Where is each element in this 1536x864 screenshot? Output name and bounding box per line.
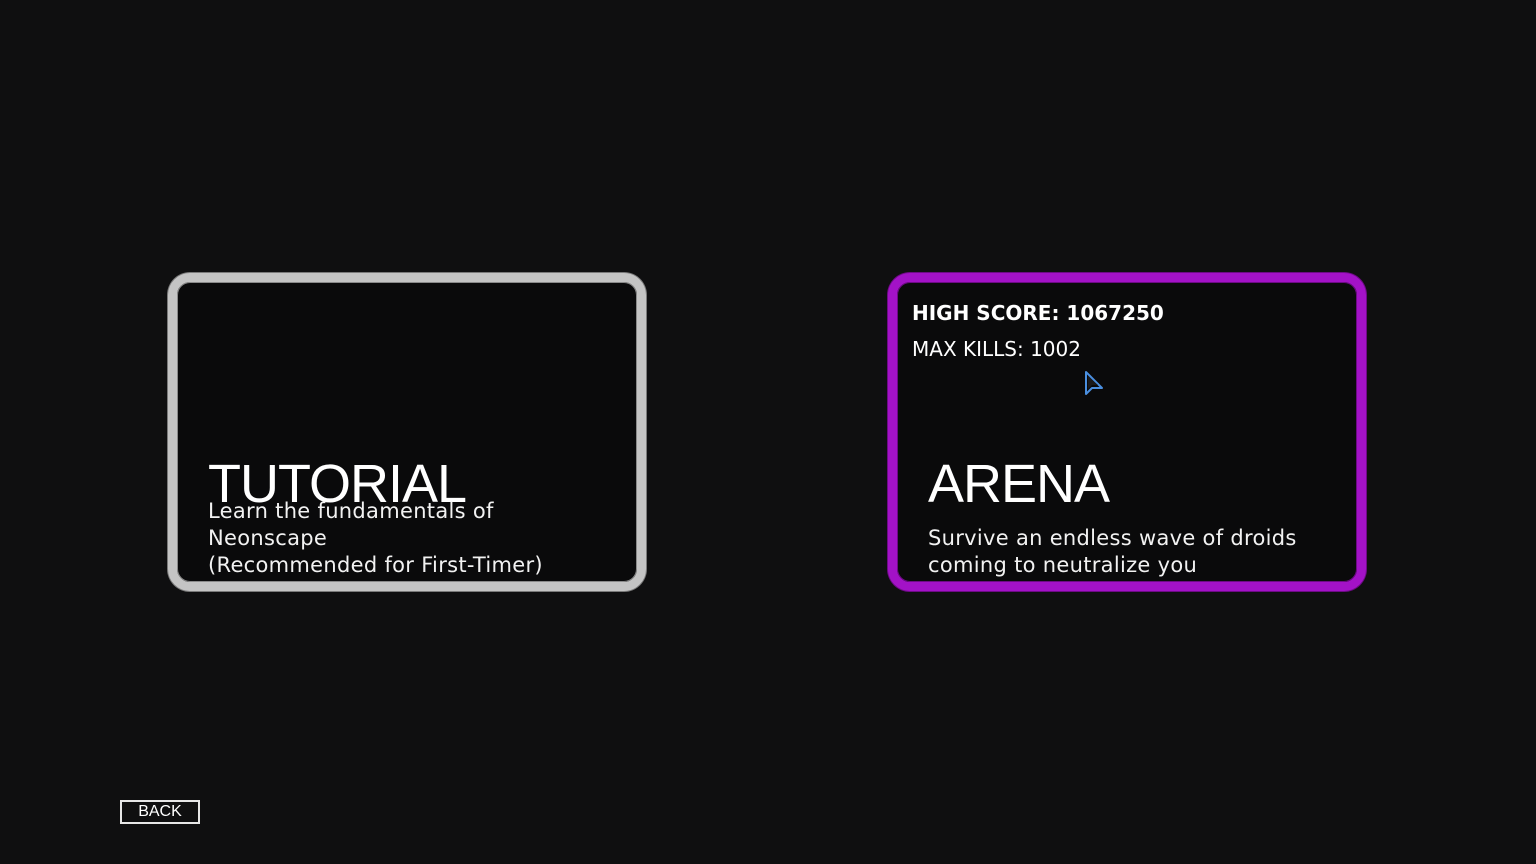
arena-description-line: coming to neutralize you bbox=[928, 553, 1198, 577]
tutorial-mode-card[interactable]: TUTORIAL Learn the fundamentals of Neons… bbox=[168, 273, 646, 591]
arena-title: ARENA bbox=[928, 454, 1110, 514]
tutorial-description-line: Learn the fundamentals of bbox=[208, 499, 494, 523]
back-button[interactable]: BACK bbox=[120, 800, 200, 824]
tutorial-description-line: Neonscape bbox=[208, 526, 328, 550]
tutorial-description: Learn the fundamentals of Neonscape (Rec… bbox=[208, 498, 543, 579]
arena-description: Survive an endless wave of droids coming… bbox=[928, 525, 1297, 579]
arena-max-kills: MAX KILLS: 1002 bbox=[912, 337, 1081, 361]
arena-description-line: Survive an endless wave of droids bbox=[928, 526, 1297, 550]
arena-high-score: HIGH SCORE: 1067250 bbox=[912, 301, 1164, 325]
mode-select-screen: TUTORIAL Learn the fundamentals of Neons… bbox=[0, 0, 1536, 864]
mouse-pointer-icon bbox=[1085, 371, 1103, 395]
arena-mode-card[interactable]: HIGH SCORE: 1067250 MAX KILLS: 1002 AREN… bbox=[888, 273, 1366, 591]
tutorial-description-line: (Recommended for First-Timer) bbox=[208, 553, 543, 577]
